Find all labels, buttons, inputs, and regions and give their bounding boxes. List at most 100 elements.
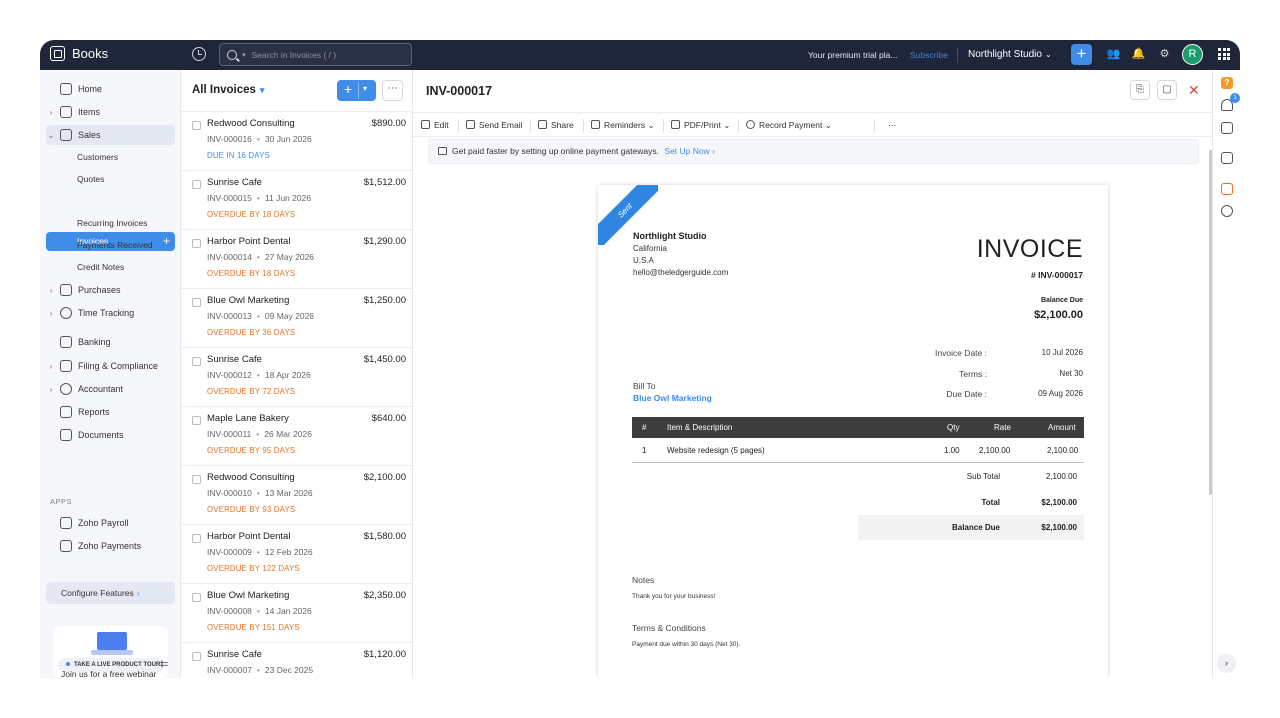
row-amount: $1,290.00 bbox=[363, 236, 406, 247]
sidebar-item-reports[interactable]: Reports bbox=[46, 402, 175, 422]
invoice-list-row[interactable]: Redwood Consulting $890.00 INV-000016 • 30 J… bbox=[181, 112, 412, 171]
row-checkbox[interactable] bbox=[192, 475, 201, 484]
sidebar-subitem-credit-notes[interactable]: Credit Notes bbox=[46, 258, 175, 277]
row-checkbox[interactable] bbox=[192, 180, 201, 189]
invoice-list-row[interactable]: Sunrise Cafe $1,120.00 INV-000007 • 23 Dec 2… bbox=[181, 643, 412, 678]
sidebar-subitem-customers[interactable]: Customers bbox=[46, 148, 175, 167]
total-label: Total bbox=[981, 498, 1000, 507]
collapse-sidebar-icon[interactable]: ⇇ bbox=[160, 659, 174, 673]
row-status: OVERDUE BY 72 DAYS bbox=[207, 387, 296, 396]
row-checkbox[interactable] bbox=[192, 416, 201, 425]
sidebar-item-home[interactable]: Home bbox=[46, 79, 175, 99]
sidebar-app-zoho-payroll[interactable]: Zoho Payroll bbox=[46, 513, 175, 533]
set-up-now-link[interactable]: Set Up Now › bbox=[664, 146, 715, 156]
app-brand[interactable]: Books bbox=[50, 46, 108, 61]
support-icon[interactable] bbox=[1221, 205, 1233, 217]
invoice-date-value: 10 Jul 2026 bbox=[1041, 348, 1083, 357]
sidebar-item-label: Sales bbox=[78, 130, 101, 140]
row-checkbox[interactable] bbox=[192, 357, 201, 366]
gear-icon[interactable]: ⚙ bbox=[1157, 47, 1172, 62]
invoice-list-row[interactable]: Redwood Consulting $2,100.00 INV-000010 • 13… bbox=[181, 466, 412, 525]
expand-rail-icon[interactable]: › bbox=[1217, 654, 1236, 673]
configure-features-button[interactable]: Configure Features › bbox=[46, 582, 175, 604]
subscribe-link[interactable]: Subscribe bbox=[910, 50, 948, 60]
more-actions-button[interactable]: ⋯ bbox=[888, 120, 897, 131]
chevron-down-icon[interactable]: ▾ bbox=[242, 51, 246, 59]
more-options-button[interactable]: ⋯ bbox=[382, 80, 403, 101]
row-status: OVERDUE BY 18 DAYS bbox=[207, 210, 296, 219]
sidebar-item-purchases[interactable]: › Purchases bbox=[46, 280, 175, 300]
sub-total-label: Sub Total bbox=[966, 472, 1000, 481]
org-switcher[interactable]: Northlight Studio ⌄ bbox=[968, 49, 1052, 60]
sidebar-subitem-quotes[interactable]: Quotes bbox=[46, 170, 175, 189]
sidebar-item-items[interactable]: › Items bbox=[46, 102, 175, 122]
sidebar-item-banking[interactable]: Banking bbox=[46, 332, 175, 352]
help-icon[interactable]: ? bbox=[1221, 77, 1233, 89]
chevron-down-icon: ▾ bbox=[259, 85, 265, 95]
sidebar-item-time-tracking[interactable]: › Time Tracking bbox=[46, 303, 175, 323]
sidebar-app-zoho-payments[interactable]: Zoho Payments bbox=[46, 536, 175, 556]
row-checkbox[interactable] bbox=[192, 298, 201, 307]
marketplace-icon[interactable] bbox=[1221, 183, 1233, 195]
row-status: OVERDUE BY 36 DAYS bbox=[207, 328, 296, 337]
invoice-list-row[interactable]: Harbor Point Dental $1,580.00 INV-000009 • 1… bbox=[181, 525, 412, 584]
table-header: # Item & Description Qty Rate Amount bbox=[632, 417, 1084, 438]
new-invoice-button[interactable]: + ▾ bbox=[337, 80, 376, 101]
search-input[interactable] bbox=[251, 49, 402, 60]
app-grid-icon[interactable] bbox=[1218, 48, 1230, 60]
reports-icon bbox=[60, 406, 72, 418]
chevron-right-icon: › bbox=[49, 285, 53, 295]
send-email-button[interactable]: Send Email bbox=[466, 120, 522, 130]
invoice-heading: INVOICE bbox=[976, 235, 1083, 263]
pdf-print-button[interactable]: PDF/Print ⌄ bbox=[671, 120, 730, 131]
webinar-text[interactable]: Join us for a free webinar bbox=[61, 669, 156, 678]
sidebar-item-filing-compliance[interactable]: › Filing & Compliance bbox=[46, 356, 175, 376]
item-qty: 1.00 bbox=[944, 446, 960, 455]
bell-icon[interactable]: 🔔 bbox=[1131, 47, 1146, 62]
invoice-list-row[interactable]: Maple Lane Bakery $640.00 INV-000011 • 26 Ma… bbox=[181, 407, 412, 466]
col-rate: Rate bbox=[994, 423, 1011, 432]
close-icon[interactable]: ✕ bbox=[1188, 82, 1200, 99]
bill-to-customer[interactable]: Blue Owl Marketing bbox=[633, 393, 712, 403]
video-icon[interactable] bbox=[1221, 122, 1233, 134]
item-rate: 2,100.00 bbox=[979, 446, 1011, 455]
edit-button[interactable]: Edit bbox=[421, 120, 449, 130]
sidebar-item-accountant[interactable]: › Accountant bbox=[46, 379, 175, 399]
invoice-list-row[interactable]: Harbor Point Dental $1,290.00 INV-000014 • 2… bbox=[181, 230, 412, 289]
invoice-list-row[interactable]: Blue Owl Marketing $2,350.00 INV-000008 • 14… bbox=[181, 584, 412, 643]
comments-icon[interactable]: ▢ bbox=[1157, 80, 1177, 100]
attachment-icon[interactable]: ⎘ bbox=[1130, 80, 1150, 100]
row-customer: Harbor Point Dental bbox=[207, 236, 291, 247]
quick-create-button[interactable]: + bbox=[1071, 44, 1092, 65]
row-checkbox[interactable] bbox=[192, 593, 201, 602]
chat-icon[interactable] bbox=[1221, 152, 1233, 164]
sidebar-item-sales[interactable]: ⌄ Sales bbox=[46, 125, 175, 145]
invoice-list-row[interactable]: Blue Owl Marketing $1,250.00 INV-000013 • 09… bbox=[181, 289, 412, 348]
right-rail: ? 1 › bbox=[1212, 70, 1240, 678]
sidebar-item-documents[interactable]: Documents bbox=[46, 425, 175, 445]
reminders-button[interactable]: Reminders ⌄ bbox=[591, 120, 655, 131]
sub-total-value: 2,100.00 bbox=[1045, 472, 1077, 481]
avatar[interactable]: R bbox=[1182, 44, 1203, 65]
chevron-down-icon[interactable]: ▾ bbox=[363, 84, 367, 93]
invoice-list-row[interactable]: Sunrise Cafe $1,450.00 INV-000012 • 18 Apr 2… bbox=[181, 348, 412, 407]
users-icon[interactable]: 👥 bbox=[1106, 47, 1121, 62]
chevron-right-icon: › bbox=[49, 361, 53, 371]
card-icon bbox=[438, 147, 447, 155]
list-view-selector[interactable]: All Invoices ▾ bbox=[192, 84, 264, 96]
sidebar-subitem-recurring-invoices[interactable]: Recurring Invoices bbox=[46, 214, 175, 233]
sidebar-subitem-payments-received[interactable]: Payments Received bbox=[46, 236, 175, 255]
row-customer: Sunrise Cafe bbox=[207, 354, 262, 365]
row-checkbox[interactable] bbox=[192, 652, 201, 661]
row-status: OVERDUE BY 93 DAYS bbox=[207, 505, 296, 514]
search-box[interactable]: ▾ bbox=[219, 43, 412, 66]
invoice-list-row[interactable]: Sunrise Cafe $1,512.00 INV-000015 • 11 Jun 2… bbox=[181, 171, 412, 230]
row-checkbox[interactable] bbox=[192, 239, 201, 248]
row-checkbox[interactable] bbox=[192, 121, 201, 130]
row-checkbox[interactable] bbox=[192, 534, 201, 543]
share-button[interactable]: Share bbox=[538, 120, 574, 130]
record-payment-button[interactable]: Record Payment ⌄ bbox=[746, 120, 832, 131]
row-date: 12 Feb 2026 bbox=[264, 547, 313, 557]
recent-history-icon[interactable] bbox=[192, 47, 206, 61]
banner-text: Get paid faster by setting up online pay… bbox=[452, 146, 659, 156]
